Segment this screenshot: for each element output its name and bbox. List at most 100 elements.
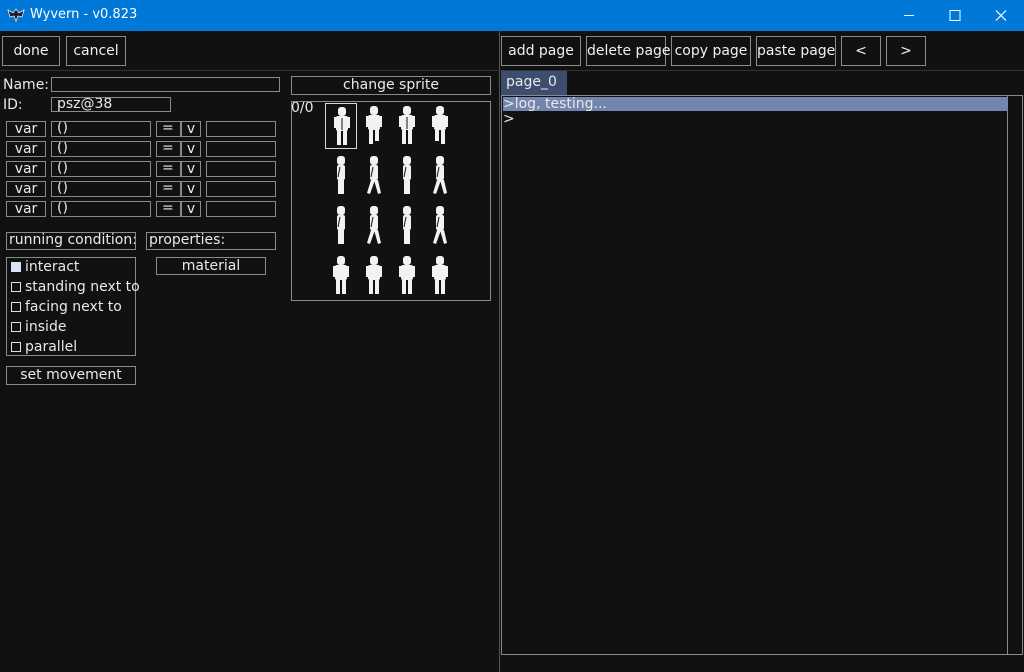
checkbox[interactable] (11, 282, 21, 292)
character-sprite-icon (432, 256, 448, 294)
sprite-frame[interactable] (391, 203, 423, 249)
character-sprite-icon (366, 256, 382, 294)
previous-page-button[interactable]: < (841, 36, 881, 66)
code-line[interactable]: > (503, 112, 1008, 126)
close-icon (995, 10, 1007, 21)
cancel-button[interactable]: cancel (66, 36, 126, 66)
sprite-frame[interactable] (358, 153, 390, 199)
operator-dropdown-button[interactable]: v (181, 121, 201, 137)
editor-scrollbar[interactable] (1009, 96, 1022, 654)
paste-page-button[interactable]: paste page (756, 36, 836, 66)
var-target-field[interactable] (206, 141, 276, 157)
var-button[interactable]: var (6, 161, 46, 177)
var-value-field[interactable]: () (51, 201, 151, 217)
character-sprite-icon (367, 156, 381, 194)
condition-label: interact (25, 259, 80, 275)
var-button[interactable]: var (6, 201, 46, 217)
properties-label: properties: (146, 232, 276, 250)
sprite-frame[interactable] (424, 253, 456, 299)
var-target-field[interactable] (206, 121, 276, 137)
var-operator-field[interactable]: = (156, 141, 181, 157)
checkbox[interactable] (11, 322, 21, 332)
running-condition-label: running condition: (6, 232, 136, 250)
copy-page-button[interactable]: copy page (671, 36, 751, 66)
character-sprite-icon (433, 206, 447, 244)
var-value-field[interactable]: () (51, 161, 151, 177)
code-line[interactable]: >log, testing... (503, 97, 1008, 111)
sprite-frame[interactable] (325, 253, 357, 299)
operator-dropdown-button[interactable]: v (181, 181, 201, 197)
var-operator-field[interactable]: = (156, 181, 181, 197)
character-sprite-icon (399, 256, 415, 294)
checkbox[interactable] (11, 302, 21, 312)
id-label: ID: (3, 97, 23, 113)
character-sprite-icon (399, 106, 415, 144)
character-sprite-icon (333, 256, 349, 294)
running-condition-list: interact standing next to facing next to… (6, 257, 140, 356)
name-input[interactable] (51, 77, 280, 92)
operator-dropdown-button[interactable]: v (181, 161, 201, 177)
script-editor[interactable]: >log, testing... > (501, 95, 1023, 655)
sprite-frame[interactable] (424, 153, 456, 199)
change-sprite-button[interactable]: change sprite (291, 76, 491, 95)
set-movement-button[interactable]: set movement (6, 366, 136, 385)
sprite-frame[interactable] (358, 103, 390, 149)
sprite-frame[interactable] (391, 103, 423, 149)
var-operator-field[interactable]: = (156, 161, 181, 177)
sprite-frame[interactable] (325, 203, 357, 249)
maximize-icon (949, 10, 961, 21)
condition-label: inside (25, 319, 67, 335)
tab-page-0[interactable]: page_0 (501, 71, 567, 95)
var-button[interactable]: var (6, 141, 46, 157)
var-button[interactable]: var (6, 121, 46, 137)
character-sprite-icon (366, 106, 382, 144)
operator-dropdown-button[interactable]: v (181, 141, 201, 157)
character-sprite-icon (367, 206, 381, 244)
character-sprite-icon (334, 107, 350, 145)
condition-label: facing next to (25, 299, 122, 315)
next-page-button[interactable]: > (886, 36, 926, 66)
checkbox[interactable] (11, 342, 21, 352)
name-label: Name: (3, 77, 50, 93)
add-page-button[interactable]: add page (501, 36, 581, 66)
sprite-frame[interactable] (424, 203, 456, 249)
title-bar: Wyvern - v0.823 (0, 0, 1024, 31)
var-target-field[interactable] (206, 161, 276, 177)
var-button[interactable]: var (6, 181, 46, 197)
sprite-frame[interactable] (358, 203, 390, 249)
sprite-frame[interactable] (424, 103, 456, 149)
var-value-field[interactable]: () (51, 121, 151, 137)
window-title: Wyvern - v0.823 (30, 7, 138, 22)
character-sprite-icon (337, 206, 345, 244)
minimize-icon (904, 15, 914, 16)
sprite-frame[interactable] (325, 153, 357, 199)
character-sprite-icon (403, 156, 411, 194)
condition-label: parallel (25, 339, 78, 355)
delete-page-button[interactable]: delete page (586, 36, 671, 66)
var-target-field[interactable] (206, 201, 276, 217)
var-value-field[interactable]: () (51, 141, 151, 157)
checkbox-checked[interactable] (11, 262, 21, 272)
character-sprite-icon (432, 106, 448, 144)
var-target-field[interactable] (206, 181, 276, 197)
operator-dropdown-button[interactable]: v (181, 201, 201, 217)
character-sprite-icon (403, 206, 411, 244)
character-sprite-icon (433, 156, 447, 194)
sprite-frame-selected[interactable] (325, 103, 357, 149)
condition-label: standing next to (25, 279, 140, 295)
maximize-button[interactable] (932, 0, 978, 31)
var-operator-field[interactable]: = (156, 121, 181, 137)
minimize-button[interactable] (886, 0, 932, 31)
sprite-frame[interactable] (358, 253, 390, 299)
editor-text-area[interactable]: >log, testing... > (502, 96, 1008, 654)
id-input[interactable]: psz@38 (51, 97, 171, 112)
material-button[interactable]: material (156, 257, 266, 275)
sprite-frame[interactable] (391, 153, 423, 199)
wyvern-logo-icon (7, 8, 25, 23)
close-button[interactable] (978, 0, 1024, 31)
sprite-frame[interactable] (391, 253, 423, 299)
var-value-field[interactable]: () (51, 181, 151, 197)
character-sprite-icon (337, 156, 345, 194)
var-operator-field[interactable]: = (156, 201, 181, 217)
done-button[interactable]: done (2, 36, 60, 66)
